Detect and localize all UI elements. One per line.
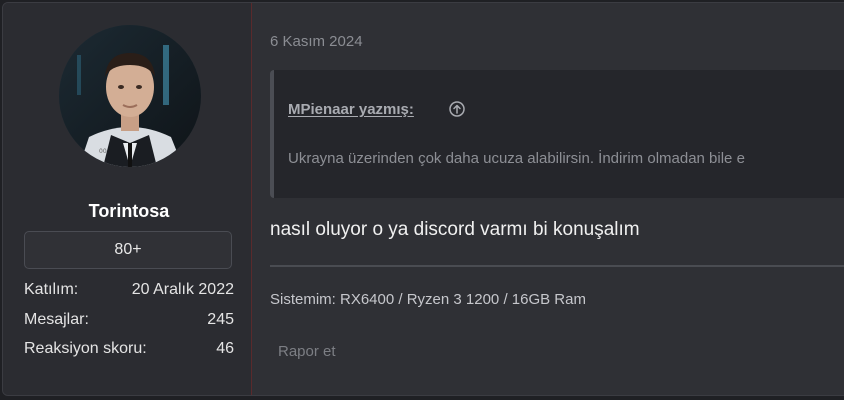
report-link[interactable]: Rapor et — [278, 343, 336, 360]
user-avatar[interactable]: 00 — [59, 25, 201, 167]
user-info-panel: 00 Torintosa 80+ Katılım: 20 Aralık 2022… — [3, 3, 252, 395]
user-signature: Sistemim: RX6400 / Ryzen 3 1200 / 16GB R… — [270, 291, 586, 308]
quote-author-link[interactable]: MPienaar yazmış: — [288, 101, 414, 118]
username[interactable]: Torintosa — [3, 201, 255, 222]
quote-block — [270, 70, 844, 198]
stat-messages: Mesajlar: 245 — [24, 311, 234, 333]
stat-label: Mesajlar: — [24, 311, 89, 328]
forum-post: 00 Torintosa 80+ Katılım: 20 Aralık 2022… — [2, 2, 844, 396]
stat-label: Katılım: — [24, 281, 79, 298]
user-title-badge: 80+ — [24, 231, 232, 269]
svg-text:00: 00 — [99, 148, 107, 155]
signature-divider — [270, 265, 844, 267]
post-content: 6 Kasım 2024 MPienaar yazmış: Ukrayna üz… — [252, 3, 844, 395]
arrow-up-circle-icon[interactable] — [449, 101, 465, 117]
stat-reaction-score: Reaksiyon skoru: 46 — [24, 340, 234, 362]
stat-label: Reaksiyon skoru: — [24, 340, 147, 357]
stat-value: 245 — [207, 311, 234, 328]
stat-joined: Katılım: 20 Aralık 2022 — [24, 281, 234, 303]
post-message: nasıl oluyor o ya discord varmı bi konuş… — [270, 219, 640, 240]
quote-text: Ukrayna üzerinden çok daha ucuza alabili… — [288, 150, 745, 167]
stat-value: 20 Aralık 2022 — [131, 281, 234, 298]
user-avatar-icon: 00 — [59, 25, 201, 167]
stat-value: 46 — [216, 340, 234, 357]
post-date[interactable]: 6 Kasım 2024 — [270, 33, 363, 50]
